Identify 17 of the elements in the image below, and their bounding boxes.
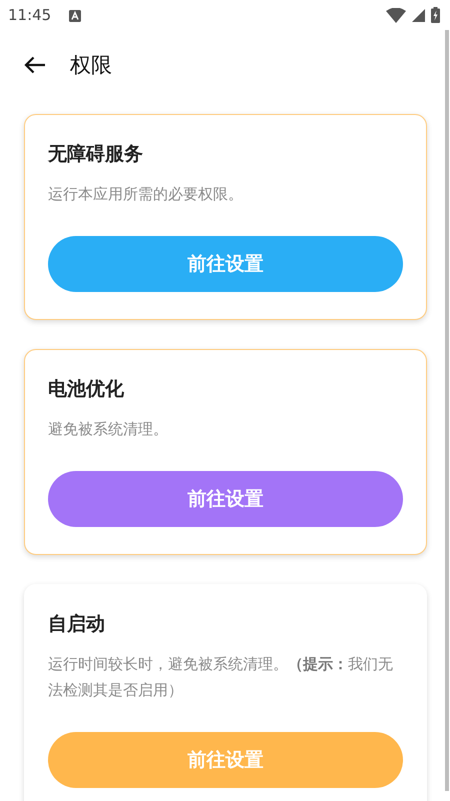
scroll-bar[interactable] [445, 30, 449, 791]
notification-icon [69, 10, 82, 22]
back-arrow-icon[interactable] [24, 56, 46, 74]
signal-icon [412, 8, 425, 22]
settings-button[interactable]: 前往设置 [48, 236, 403, 292]
battery-icon [431, 7, 440, 23]
card-title: 自启动 [48, 612, 106, 637]
card-title: 电池优化 [48, 377, 125, 402]
status-time: 11:45 [8, 6, 52, 24]
page-title: 权限 [70, 52, 112, 79]
wifi-icon [386, 8, 406, 22]
card-description: 避免被系统清理。 [48, 419, 169, 440]
card-description: 运行时间较长时，避免被系统清理。（提示：我们无法检测其是否启用） [48, 654, 394, 701]
card-description: 运行本应用所需的必要权限。 [48, 184, 244, 205]
settings-button[interactable]: 前往设置 [48, 471, 403, 527]
card-title: 无障碍服务 [48, 142, 144, 167]
settings-button[interactable]: 前往设置 [48, 732, 403, 788]
